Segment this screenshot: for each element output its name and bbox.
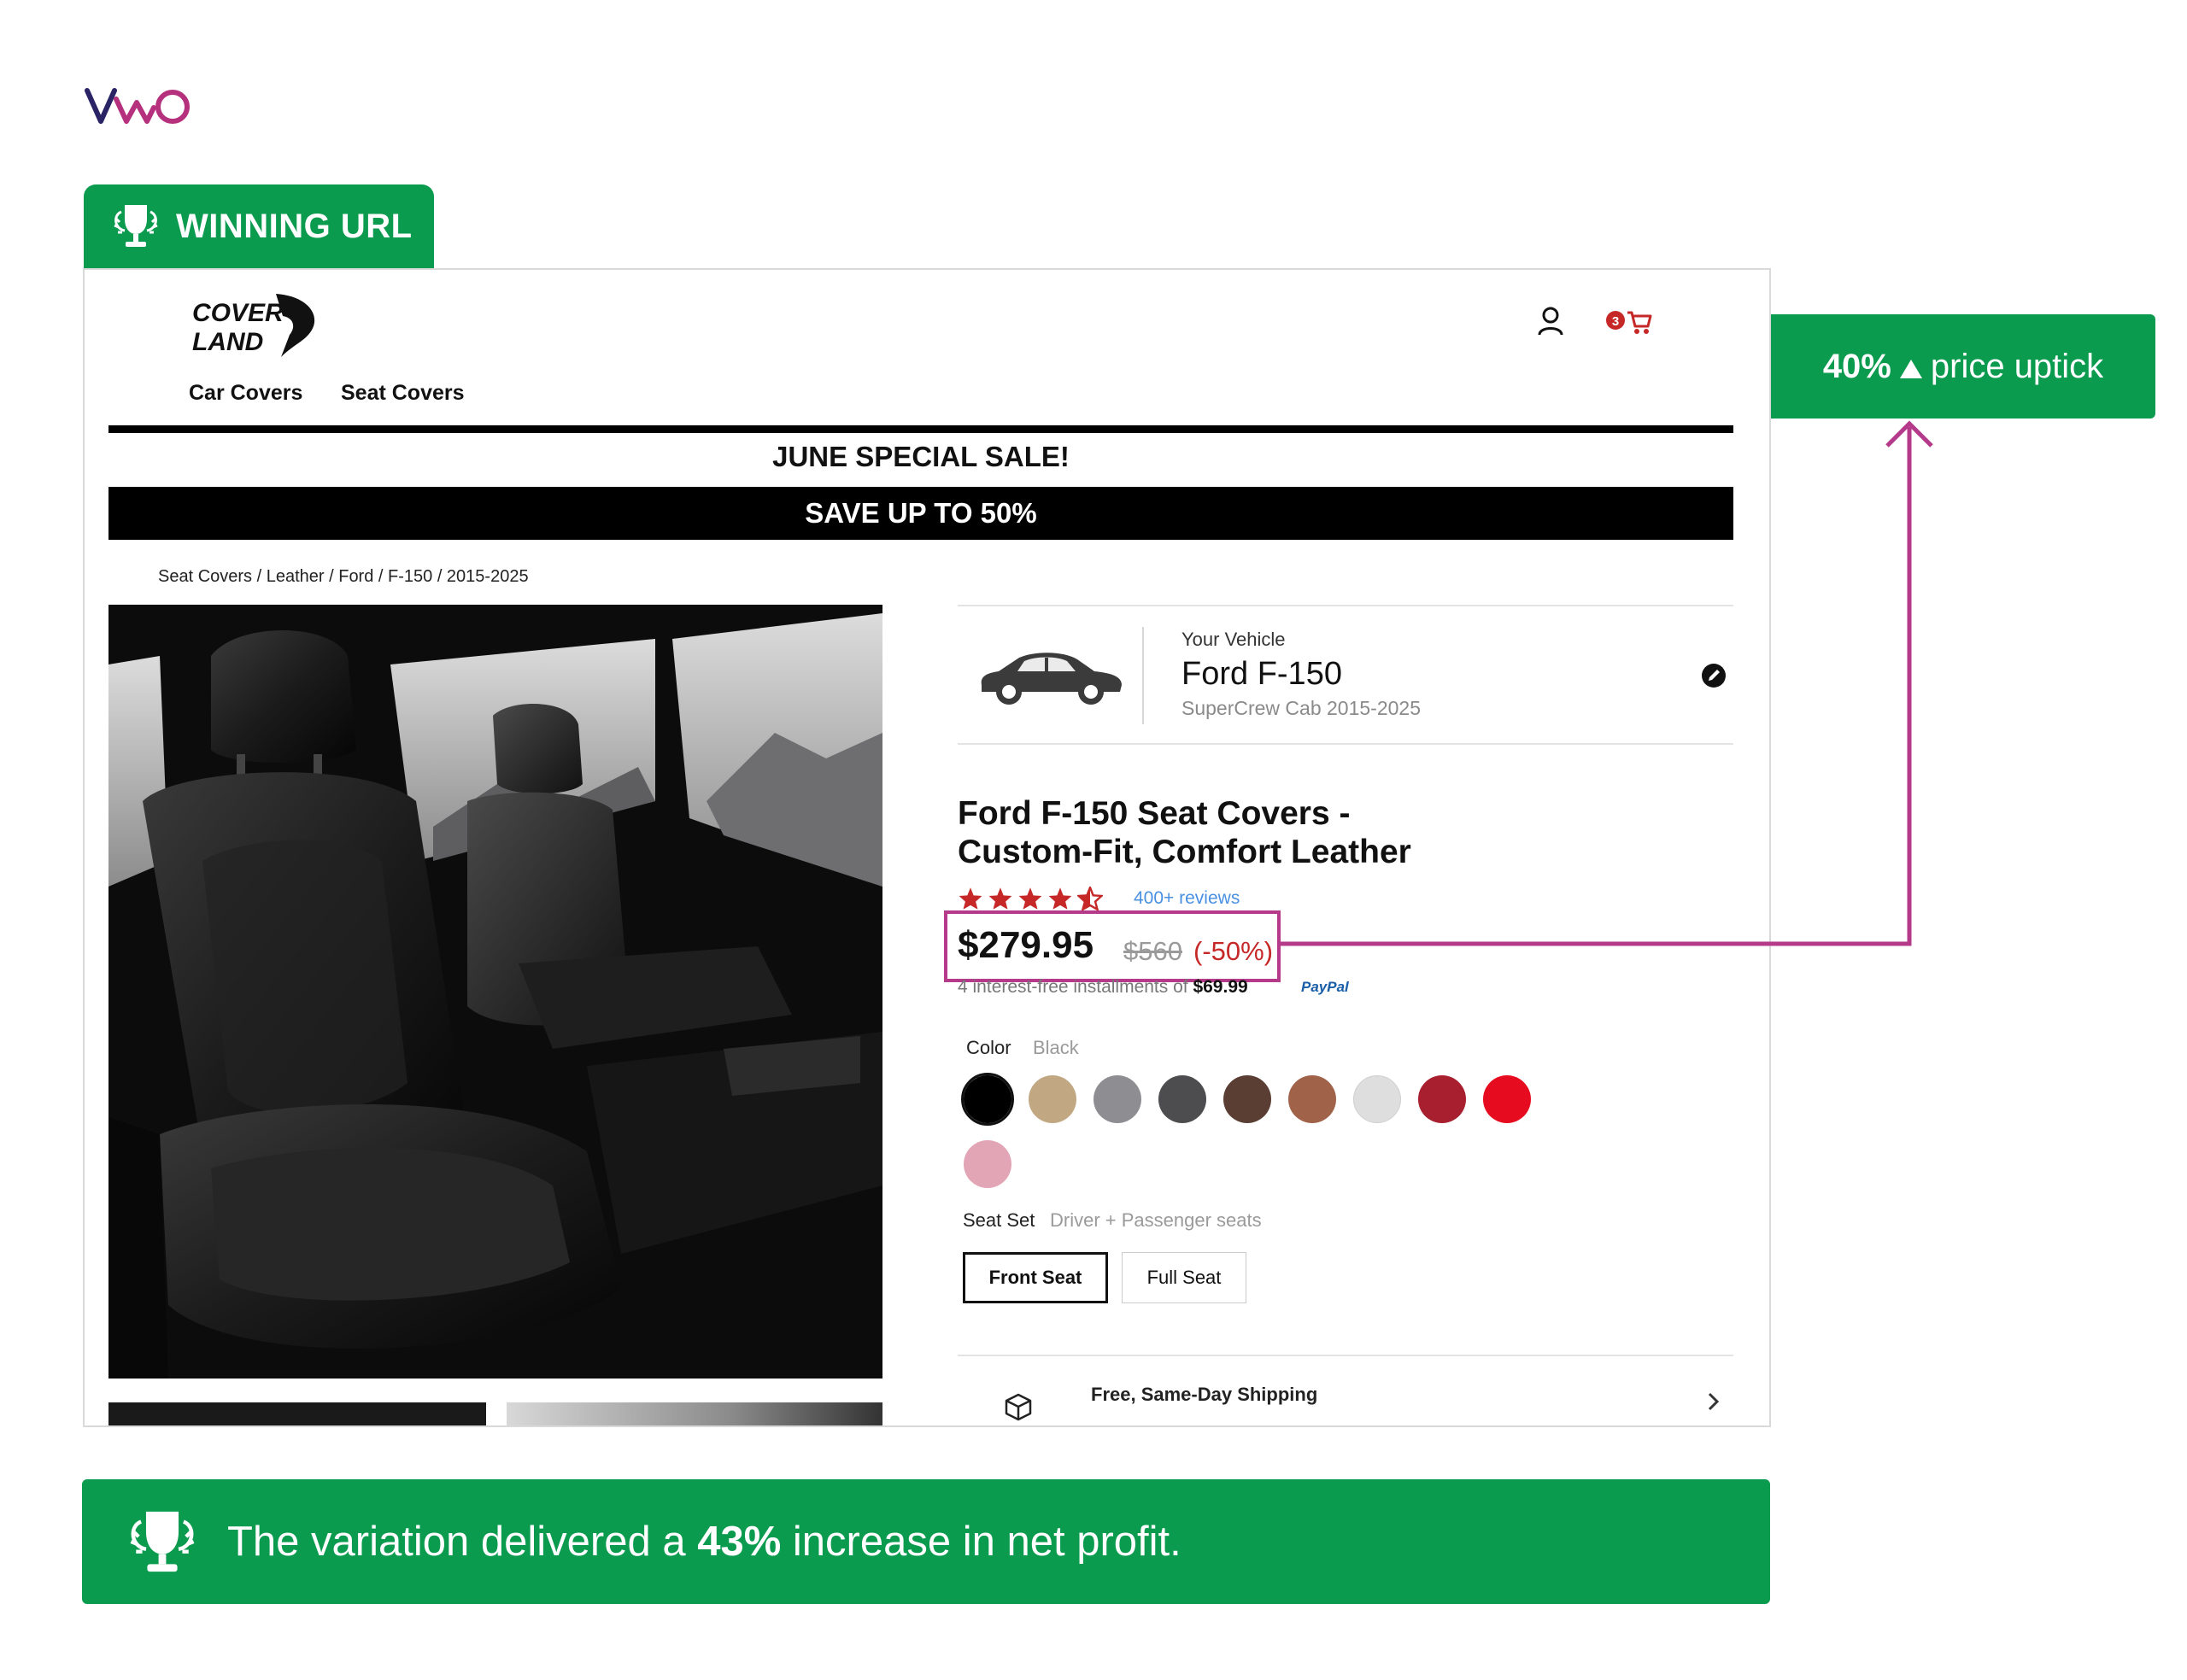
trophy-icon [130,1511,195,1572]
header-divider [108,425,1733,433]
installments-amount: $69.99 [1193,977,1248,997]
cart-count: 3 [1612,314,1619,329]
chevron-right-icon[interactable] [1704,1389,1723,1414]
color-swatch[interactable] [1158,1075,1206,1123]
vehicle-name: Ford F-150 [1181,656,1342,692]
product-thumbnail[interactable] [507,1402,882,1425]
breadcrumb[interactable]: Seat Covers / Leather / Ford / F-150 / 2… [158,567,529,587]
sale-banner-text: SAVE UP TO 50% [805,497,1037,529]
product-title: Ford F-150 Seat Covers - Custom-Fit, Com… [958,794,1556,871]
shipping-label[interactable]: Free, Same-Day Shipping [1091,1384,1317,1406]
sale-banner: SAVE UP TO 50% [108,487,1733,540]
result-banner: The variation delivered a 43% increase i… [82,1479,1770,1604]
logo-line1: COVER [192,299,284,327]
front-seat-button[interactable]: Front Seat [963,1252,1108,1303]
color-swatch[interactable] [1094,1075,1141,1123]
installments-text: 4 interest-free installments of $69.99 [958,977,1248,998]
vehicle-card: Your Vehicle Ford F-150 SuperCrew Cab 20… [958,605,1733,745]
nav-seat-covers[interactable]: Seat Covers [341,381,465,406]
logo-line2: LAND [192,328,263,356]
star-icon [959,887,982,910]
result-highlight: 43% [697,1519,782,1565]
box-icon [1005,1393,1032,1421]
color-swatch[interactable] [1418,1075,1466,1123]
original-price: $560 [1123,936,1182,966]
account-icon[interactable] [1535,306,1566,337]
product-title-line2: Custom-Fit, Comfort Leather [958,834,1411,870]
full-seat-button[interactable]: Full Seat [1122,1252,1246,1303]
vehicle-eyebrow: Your Vehicle [1181,629,1286,650]
sale-title: JUNE SPECIAL SALE! [772,441,1070,472]
color-swatch[interactable] [1353,1075,1401,1123]
vehicle-subtitle: SuperCrew Cab 2015-2025 [1181,697,1422,719]
star-icon [1048,887,1072,910]
vehicle-divider [1142,627,1144,724]
rating-stars [958,887,1103,910]
uptick-label: price uptick [1930,347,2104,385]
price-uptick-badge: 40% price uptick [1771,314,2155,419]
cart-icon[interactable]: 3 [1605,307,1653,337]
shipping-divider [958,1355,1733,1356]
seat-set-value: Driver + Passenger seats [1050,1209,1262,1231]
nav-car-covers[interactable]: Car Covers [189,381,302,406]
reviews-link[interactable]: 400+ reviews [1134,888,1240,909]
star-icon [988,887,1012,910]
winning-url-label: WINNING URL [176,207,413,245]
color-value: Black [1033,1037,1079,1058]
coverland-logo[interactable]: COVER LAND [192,292,320,360]
color-swatch[interactable] [1029,1075,1076,1123]
color-swatch[interactable] [964,1140,1011,1188]
color-label: Color [966,1037,1011,1058]
half-star-icon [1077,887,1103,910]
result-text: The variation delivered a 43% increase i… [227,1518,1181,1566]
color-swatch[interactable] [1483,1075,1531,1123]
car-icon [981,653,1122,705]
product-price: $279.95 [958,924,1094,966]
result-prefix: The variation delivered a [227,1519,698,1565]
uptick-percent: 40% [1822,347,1891,385]
product-image[interactable] [108,605,882,1379]
triangle-up-icon [1899,360,1922,378]
color-swatch[interactable] [1223,1075,1271,1123]
product-thumbnail[interactable] [108,1402,486,1425]
product-page-screenshot: COVER LAND Car Covers Seat Covers 3 JUNE… [83,268,1771,1427]
edit-vehicle-icon[interactable] [1701,663,1727,688]
color-swatch[interactable] [964,1075,1011,1123]
product-title-line1: Ford F-150 Seat Covers - [958,795,1351,832]
installments-prefix: 4 interest-free installments of [958,977,1193,997]
paypal-logo: PayPal [1301,979,1349,995]
winning-url-tag: WINNING URL [84,184,434,268]
vwo-logo [85,88,190,124]
star-icon [1018,887,1042,910]
result-suffix: increase in net profit. [781,1519,1181,1565]
color-swatch[interactable] [1288,1075,1336,1123]
trophy-icon [114,205,158,247]
seat-set-label: Seat Set [963,1209,1035,1231]
discount-percent: (-50%) [1193,936,1274,966]
